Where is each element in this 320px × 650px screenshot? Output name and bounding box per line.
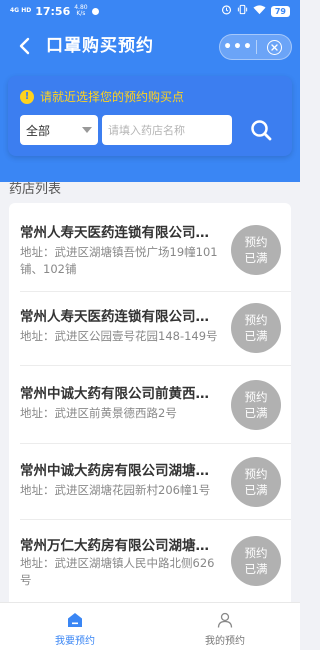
wifi-icon xyxy=(253,4,266,18)
alarm-icon xyxy=(221,4,232,18)
district-selected-value: 全部 xyxy=(26,123,51,138)
info-icon: ! xyxy=(20,89,34,104)
divider xyxy=(20,443,291,444)
pharmacy-address: 地址：武进区公园壹号花园148-149号 xyxy=(20,329,218,343)
tab-my-reservations[interactable]: 我的预约 xyxy=(150,603,300,650)
list-title: 药店列表 xyxy=(9,182,62,197)
pharmacy-address: 地址：武进区湖塘镇人民中路北侧626 号 xyxy=(20,556,215,587)
back-button[interactable] xyxy=(12,32,36,60)
row-divider xyxy=(9,365,291,366)
home-icon xyxy=(68,613,82,627)
tab-make-reservation[interactable]: 我要预约 xyxy=(0,603,150,650)
divider xyxy=(20,365,291,366)
reservation-full-badge[interactable]: 预约 已满 xyxy=(231,380,281,430)
notification-dot-icon xyxy=(91,7,99,15)
battery-indicator: 79 xyxy=(270,5,290,17)
pharmacy-name: 常州中诚大药房有限公司湖塘润… xyxy=(20,463,220,479)
search-button[interactable] xyxy=(238,114,284,146)
dropdown-arrow-icon xyxy=(82,127,92,133)
signal-indicator: 4G HD xyxy=(10,7,32,14)
close-circle-icon xyxy=(266,39,282,55)
pharmacy-address: 地址：武进区前黄景德西路2号 xyxy=(20,406,177,420)
pharmacy-row[interactable]: 常州人寿天医药连锁有限公司健… 地址：武进区公园壹号花园148-149号 预约 … xyxy=(9,303,291,363)
close-miniapp-button[interactable] xyxy=(257,39,291,55)
pharmacy-name-input[interactable] xyxy=(102,115,232,145)
tab-label: 我的预约 xyxy=(205,636,245,647)
pharmacy-name: 常州万仁大药房有限公司湖塘人… xyxy=(20,538,220,554)
pharmacy-name: 常州人寿天医药连锁有限公司达… xyxy=(20,225,220,241)
reservation-full-badge[interactable]: 预约 已满 xyxy=(231,225,281,275)
search-card: ! 请就近选择您的预约购买点 全部 xyxy=(8,76,292,156)
reservation-full-badge[interactable]: 预约 已满 xyxy=(231,536,281,586)
pharmacy-list: 常州人寿天医药连锁有限公司达… 地址：武进区湖塘镇吾悦广场19幢101 铺、10… xyxy=(9,203,291,613)
more-menu-button[interactable]: ••• xyxy=(220,34,256,60)
tab-label: 我要预约 xyxy=(55,636,95,647)
status-time: 17:56 xyxy=(35,4,71,18)
search-hint: ! 请就近选择您的预约购买点 xyxy=(20,88,184,105)
divider xyxy=(20,291,291,292)
status-bar: 4G HD 17:56 4.80 K/s 79 xyxy=(0,0,300,22)
pharmacy-row[interactable]: 常州人寿天医药连锁有限公司达… 地址：武进区湖塘镇吾悦广场19幢101 铺、10… xyxy=(9,221,291,291)
vibrate-icon xyxy=(237,4,248,18)
page-title: 口罩购买预约 xyxy=(46,36,154,56)
pharmacy-name: 常州人寿天医药连锁有限公司健… xyxy=(20,309,220,325)
pharmacy-row[interactable]: 常州中诚大药有限公司前黄西街… 地址：武进区前黄景德西路2号 预约 已满 xyxy=(9,380,291,440)
nav-bar: 口罩购买预约 ••• xyxy=(0,24,300,68)
row-divider xyxy=(9,291,291,292)
divider xyxy=(20,519,291,520)
pharmacy-name: 常州中诚大药有限公司前黄西街… xyxy=(20,386,220,402)
reservation-full-badge[interactable]: 预约 已满 xyxy=(231,457,281,507)
district-select[interactable]: 全部 xyxy=(20,115,98,145)
pharmacy-address: 地址：武进区湖塘镇吾悦广场19幢101 铺、102铺 xyxy=(20,245,218,276)
pharmacy-address: 地址：武进区湖塘花园新村206幢1号 xyxy=(20,483,211,497)
person-icon xyxy=(217,612,233,628)
reservation-full-badge[interactable]: 预约 已满 xyxy=(231,303,281,353)
search-icon xyxy=(251,120,272,141)
net-speed: 4.80 K/s xyxy=(74,4,88,17)
miniapp-capsule: ••• xyxy=(219,34,292,60)
bottom-tab-bar: 我要预约 我的预约 xyxy=(0,602,300,650)
pharmacy-row[interactable]: 常州中诚大药房有限公司湖塘润… 地址：武进区湖塘花园新村206幢1号 预约 已满 xyxy=(9,457,291,517)
chevron-left-icon xyxy=(19,37,30,55)
row-divider xyxy=(9,519,291,520)
row-divider xyxy=(9,443,291,444)
pharmacy-row[interactable]: 常州万仁大药房有限公司湖塘人… 地址：武进区湖塘镇人民中路北侧626 号 预约 … xyxy=(9,534,291,604)
search-hint-text: 请就近选择您的预约购买点 xyxy=(40,90,185,104)
